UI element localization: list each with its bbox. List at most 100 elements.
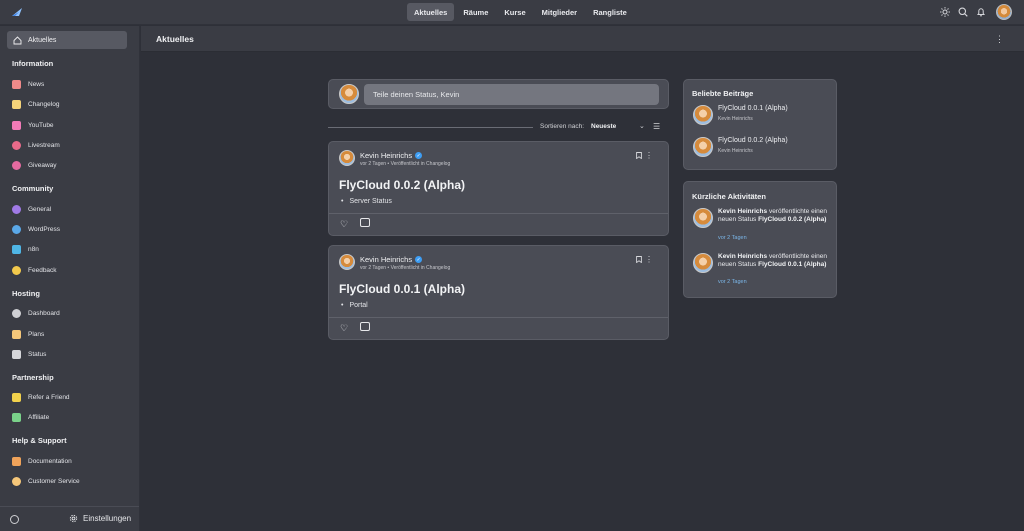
post-title[interactable]: FlyCloud 0.0.2 (Alpha) bbox=[339, 178, 465, 192]
popular-post-title[interactable]: FlyCloud 0.0.1 (Alpha) bbox=[718, 105, 788, 112]
sidebar-item-label: Changelog bbox=[28, 101, 60, 108]
activity-target[interactable]: FlyCloud 0.0.1 (Alpha) bbox=[758, 261, 826, 268]
sidebar-item-label: General bbox=[28, 206, 52, 213]
comment-icon[interactable] bbox=[360, 322, 370, 331]
nav-kurse[interactable]: Kurse bbox=[497, 3, 532, 21]
post-author[interactable]: Kevin Heinrichs ✓ bbox=[360, 255, 423, 264]
sidebar-item-label: YouTube bbox=[28, 122, 54, 129]
sidebar-item-news[interactable]: News bbox=[12, 80, 44, 89]
author-name[interactable]: Kevin Heinrichs bbox=[360, 255, 412, 264]
sidebar-item-label: Plans bbox=[28, 331, 45, 338]
activity-time[interactable]: vor 2 Tagen bbox=[718, 279, 747, 285]
list-view-icon[interactable]: ☰ bbox=[653, 122, 660, 131]
bookmark-icon[interactable] bbox=[636, 256, 642, 265]
sidebar-item-wordpress[interactable]: WordPress bbox=[12, 225, 60, 234]
sidebar-item-n8n[interactable]: n8n bbox=[12, 245, 39, 254]
popular-post-author: Kevin Heinrichs bbox=[718, 148, 753, 154]
divider bbox=[329, 317, 668, 318]
heart-icon[interactable]: ♡ bbox=[340, 219, 348, 230]
avatar[interactable] bbox=[693, 253, 713, 273]
theme-sun-icon[interactable] bbox=[940, 7, 950, 17]
divider bbox=[329, 213, 668, 214]
bullet-text: Portal bbox=[349, 302, 368, 309]
sidebar-item-label: Customer Service bbox=[28, 478, 80, 485]
home-icon bbox=[13, 35, 22, 44]
post-meta: vor 2 Tagen • Veröffentlicht in Changelo… bbox=[360, 265, 451, 271]
sidebar-item-label: News bbox=[28, 81, 45, 88]
sidebar-item-feedback[interactable]: Feedback bbox=[12, 266, 57, 275]
sidebar-item-plans[interactable]: Plans bbox=[12, 330, 44, 339]
post-title[interactable]: FlyCloud 0.0.1 (Alpha) bbox=[339, 282, 465, 296]
post-bullet: • Server Status bbox=[341, 198, 392, 205]
sidebar-item-documentation[interactable]: Documentation bbox=[12, 457, 72, 466]
sidebar-item-customer-service[interactable]: Customer Service bbox=[12, 477, 80, 486]
sidebar-item-giveaway[interactable]: Giveaway bbox=[12, 161, 57, 170]
globe-icon bbox=[12, 225, 21, 234]
sidebar-item-label: WordPress bbox=[28, 226, 61, 233]
more-menu-icon[interactable]: ⋮ bbox=[645, 151, 653, 160]
headset-icon bbox=[12, 477, 21, 486]
status-input[interactable]: Teile deinen Status, Kevin bbox=[364, 84, 659, 105]
nav-aktuelles[interactable]: Aktuelles bbox=[407, 3, 455, 21]
nav-rangliste[interactable]: Rangliste bbox=[586, 3, 634, 21]
sort-select[interactable]: Neueste bbox=[591, 123, 616, 130]
sidebar-item-livestream[interactable]: Livestream bbox=[12, 141, 60, 150]
sidebar-item-label: Affiliate bbox=[28, 414, 50, 421]
nav-raeume[interactable]: Räume bbox=[456, 3, 495, 21]
activity-author[interactable]: Kevin Heinrichs bbox=[718, 253, 767, 260]
post-bullet: • Portal bbox=[341, 302, 368, 309]
author-name[interactable]: Kevin Heinrichs bbox=[360, 151, 412, 160]
comment-icon[interactable] bbox=[360, 218, 370, 227]
sidebar-item-youtube[interactable]: YouTube bbox=[12, 121, 54, 130]
post-card: Kevin Heinrichs ✓ vor 2 Tagen • Veröffent… bbox=[328, 245, 669, 340]
lightbulb-icon bbox=[12, 266, 21, 275]
activity-text: Kevin Heinrichs veröffentlichte einen ne… bbox=[718, 253, 833, 269]
activity-target[interactable]: FlyCloud 0.0.2 (Alpha) bbox=[758, 216, 826, 223]
section-hosting: Hosting bbox=[12, 289, 40, 298]
search-icon[interactable] bbox=[958, 7, 968, 17]
sidebar-item-aktuelles[interactable]: Aktuelles bbox=[7, 31, 127, 49]
top-bar: Aktuelles Räume Kurse Mitglieder Ranglis… bbox=[0, 0, 1024, 25]
gear-icon bbox=[12, 309, 21, 318]
section-help-support: Help & Support bbox=[12, 436, 67, 445]
chevron-down-icon[interactable]: ⌄ bbox=[639, 122, 645, 130]
sidebar-item-label: Documentation bbox=[28, 458, 72, 465]
post-author[interactable]: Kevin Heinrichs ✓ bbox=[360, 151, 423, 160]
more-menu-icon[interactable]: ⋮ bbox=[995, 34, 1004, 45]
handshake-icon bbox=[12, 393, 21, 402]
sidebar-item-label: Dashboard bbox=[28, 310, 60, 317]
user-avatar[interactable] bbox=[996, 4, 1012, 20]
wordpress-icon[interactable] bbox=[10, 515, 19, 524]
section-community: Community bbox=[12, 184, 54, 193]
more-menu-icon[interactable]: ⋮ bbox=[645, 255, 653, 264]
heart-icon[interactable]: ♡ bbox=[340, 323, 348, 334]
sidebar-item-general[interactable]: General bbox=[12, 205, 51, 214]
sidebar-item-dashboard[interactable]: Dashboard bbox=[12, 309, 60, 318]
activity-author[interactable]: Kevin Heinrichs bbox=[718, 208, 767, 215]
popular-post-title[interactable]: FlyCloud 0.0.2 (Alpha) bbox=[718, 137, 788, 144]
verified-icon: ✓ bbox=[415, 152, 423, 159]
bell-icon[interactable] bbox=[976, 7, 986, 17]
sidebar-item-label: Feedback bbox=[28, 267, 57, 274]
nav-mitglieder[interactable]: Mitglieder bbox=[535, 3, 584, 21]
avatar[interactable] bbox=[693, 105, 713, 125]
workflow-icon bbox=[12, 245, 21, 254]
sidebar-item-refer-a-friend[interactable]: Refer a Friend bbox=[12, 393, 70, 402]
status-composer: Teile deinen Status, Kevin bbox=[328, 79, 669, 109]
sidebar-item-changelog[interactable]: Changelog bbox=[12, 100, 59, 109]
logo-icon[interactable] bbox=[10, 6, 24, 18]
sidebar-item-status[interactable]: Status bbox=[12, 350, 46, 359]
people-icon bbox=[12, 205, 21, 214]
page-title: Aktuelles bbox=[156, 34, 194, 44]
avatar[interactable] bbox=[339, 254, 355, 270]
avatar[interactable] bbox=[693, 208, 713, 228]
sidebar-item-label: Status bbox=[28, 351, 47, 358]
avatar[interactable] bbox=[693, 137, 713, 157]
gear-icon bbox=[69, 514, 78, 523]
sidebar-item-affiliate[interactable]: Affiliate bbox=[12, 413, 49, 422]
bookmark-icon[interactable] bbox=[636, 152, 642, 161]
activity-time[interactable]: vor 2 Tagen bbox=[718, 235, 747, 241]
popular-posts-widget: Beliebte Beiträge FlyCloud 0.0.1 (Alpha)… bbox=[683, 79, 837, 170]
settings-button[interactable]: Einstellungen bbox=[69, 514, 131, 523]
avatar[interactable] bbox=[339, 150, 355, 166]
